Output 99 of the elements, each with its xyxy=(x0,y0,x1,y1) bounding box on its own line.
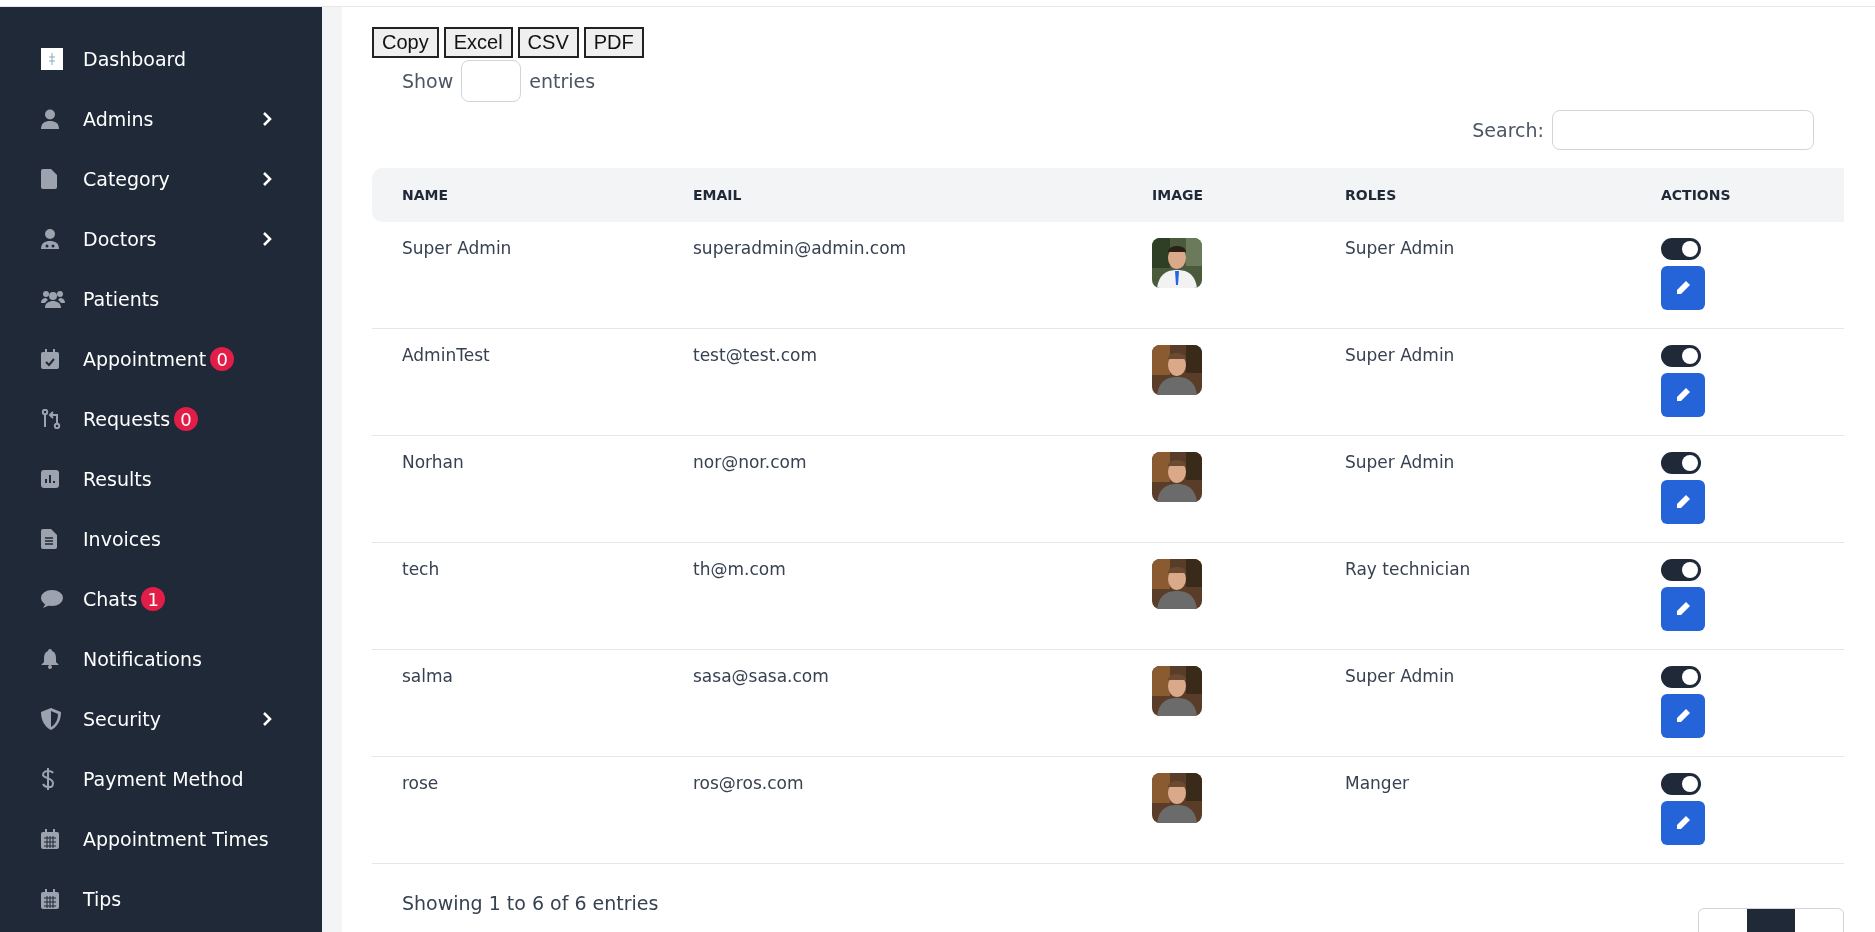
pencil-icon xyxy=(1674,707,1692,725)
edit-button[interactable] xyxy=(1661,266,1705,310)
status-toggle[interactable] xyxy=(1661,559,1701,581)
sidebar-item[interactable]: Dashboard xyxy=(0,29,322,89)
menu-label: Chats xyxy=(83,588,138,610)
menu-label: Requests xyxy=(83,408,171,430)
status-toggle[interactable] xyxy=(1661,666,1701,688)
table-cell: AdminTest xyxy=(402,345,490,365)
sidebar-item[interactable]: Payment Method xyxy=(0,749,322,809)
export-button[interactable]: Excel xyxy=(443,27,513,58)
sidebar-item[interactable]: Appointment 0 xyxy=(0,329,322,389)
table-cell: ros@ros.com xyxy=(693,773,804,793)
table-cell: sasa@sasa.com xyxy=(693,666,829,686)
table-cell: Super Admin xyxy=(1345,345,1455,365)
menu-label: Doctors xyxy=(83,228,157,250)
edit-button[interactable] xyxy=(1661,694,1705,738)
column-header: ACTIONS xyxy=(1661,187,1731,203)
table-cell: Norhan xyxy=(402,452,464,472)
sidebar-item[interactable]: Doctors xyxy=(0,209,322,269)
column-header: ROLES xyxy=(1345,187,1397,203)
pencil-icon xyxy=(1674,386,1692,404)
table-cell: tech xyxy=(402,559,440,579)
file-icon xyxy=(41,169,57,189)
table-cell: Manger xyxy=(1345,773,1410,793)
edit-button[interactable] xyxy=(1661,373,1705,417)
sidebar-item[interactable]: Notifications xyxy=(0,629,322,689)
column-header: NAME xyxy=(402,187,449,203)
search-field[interactable] xyxy=(1552,110,1814,150)
sidebar-item[interactable]: Appointment Times xyxy=(0,809,322,869)
pencil-icon xyxy=(1674,600,1692,618)
table-cell: test@test.com xyxy=(693,345,817,365)
table-cell: salma xyxy=(402,666,453,686)
menu-label: Appointment Times xyxy=(83,828,269,850)
search-label: Search: xyxy=(1472,119,1544,141)
calendar-icon xyxy=(41,889,59,909)
sidebar-item[interactable]: Results xyxy=(0,449,322,509)
sidebar-item[interactable]: Chats 1 xyxy=(0,569,322,629)
sidebar-item[interactable]: Admins xyxy=(0,89,322,149)
menu-label: Payment Method xyxy=(83,768,244,790)
branch-icon xyxy=(41,409,61,429)
chat-icon xyxy=(41,590,63,608)
column-header: IMAGE xyxy=(1152,187,1204,203)
calendar-check-icon xyxy=(41,349,59,369)
menu-label: Invoices xyxy=(83,528,161,550)
menu-label: Results xyxy=(83,468,152,490)
sidebar-item[interactable]: Security xyxy=(0,689,322,749)
shield-icon xyxy=(41,708,61,730)
sidebar-item[interactable]: Patients xyxy=(0,269,322,329)
table-cell: Super Admin xyxy=(1345,238,1455,258)
table-cell: rose xyxy=(402,773,439,793)
status-toggle[interactable] xyxy=(1661,773,1701,795)
export-button[interactable]: PDF xyxy=(583,27,644,58)
export-button[interactable]: CSV xyxy=(517,27,579,58)
edit-button[interactable] xyxy=(1661,480,1705,524)
status-toggle[interactable] xyxy=(1661,345,1701,367)
edit-button[interactable] xyxy=(1661,587,1705,631)
count-badge: 0 xyxy=(210,347,235,371)
doctor-icon xyxy=(41,229,59,249)
menu-label: Dashboard xyxy=(83,48,187,70)
menu-label: Admins xyxy=(83,108,154,130)
table-cell: superadmin@admin.com xyxy=(693,238,907,258)
invoice-icon xyxy=(41,529,57,549)
table-cell: nor@nor.com xyxy=(693,452,807,472)
count-badge: 1 xyxy=(141,587,166,611)
dollar-icon xyxy=(41,768,55,790)
count-badge: 0 xyxy=(174,407,199,431)
pencil-icon xyxy=(1674,814,1692,832)
user-icon xyxy=(41,109,59,129)
export-button[interactable]: Copy xyxy=(372,27,439,58)
table-cell: Super Admin xyxy=(1345,666,1455,686)
status-toggle[interactable] xyxy=(1661,452,1701,474)
menu-label: Security xyxy=(83,708,162,730)
menu-label: Category xyxy=(83,168,170,190)
sidebar-item[interactable]: Invoices xyxy=(0,509,322,569)
table-cell: Ray technician xyxy=(1345,559,1471,579)
table-cell: th@m.com xyxy=(693,559,786,579)
status-toggle[interactable] xyxy=(1661,238,1701,260)
users-icon xyxy=(41,290,65,308)
pencil-icon xyxy=(1674,493,1692,511)
column-header: EMAIL xyxy=(693,187,742,203)
sidebar-item[interactable]: Category xyxy=(0,149,322,209)
table-cell: Super Admin xyxy=(402,238,512,258)
table-cell: Super Admin xyxy=(1345,452,1455,472)
menu-label: Patients xyxy=(83,288,160,310)
entries-info: Showing 1 to 6 of 6 entries xyxy=(402,892,659,914)
edit-button[interactable] xyxy=(1661,801,1705,845)
chart-icon xyxy=(41,470,59,488)
show-label: Show xyxy=(402,70,454,92)
sidebar-item[interactable]: Requests 0 xyxy=(0,389,322,449)
entries-label: entries xyxy=(529,70,596,92)
menu-label: Appointment xyxy=(83,348,207,370)
calendar-icon xyxy=(41,829,59,849)
menu-label: Tips xyxy=(83,888,122,910)
pencil-icon xyxy=(1674,279,1692,297)
logo-icon xyxy=(41,48,63,70)
sidebar-item[interactable]: Tips xyxy=(0,869,322,929)
pagination[interactable] xyxy=(1698,908,1844,932)
menu-label: Notifications xyxy=(83,648,202,670)
bell-icon xyxy=(41,649,59,669)
